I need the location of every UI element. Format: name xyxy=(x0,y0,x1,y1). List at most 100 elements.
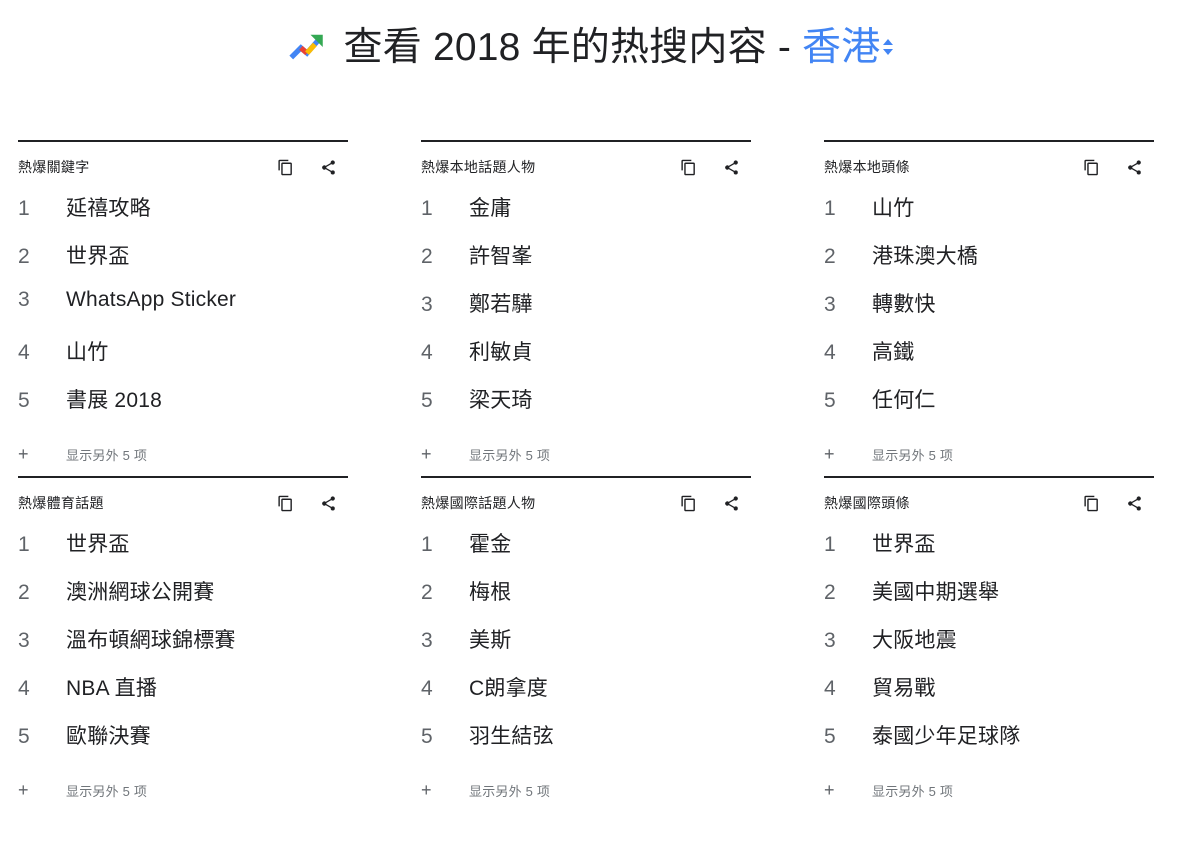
page-header: 查看 2018 年的热搜内容 - 香港 xyxy=(0,0,1179,88)
plus-icon: + xyxy=(824,780,835,800)
rank: 2 xyxy=(421,581,433,604)
trends-card-sports: 熱爆體育話題 1 世界盃 2 澳洲網球公開賽 3 溫布頓網球錦標賽 4 NBA 直播 5… xyxy=(18,476,348,812)
region-selector[interactable]: 香港 xyxy=(802,25,894,69)
card-list: 1 世界盃 2 美國中期選舉 3 大阪地震 4 貿易戰 5 泰國少年足球隊 xyxy=(824,528,1154,768)
list-item[interactable]: 1 霍金 xyxy=(421,528,751,576)
show-more-button[interactable]: + 显示另外 5 项 xyxy=(18,432,348,476)
list-item[interactable]: 3 溫布頓網球錦標賽 xyxy=(18,624,348,672)
region-label: 香港 xyxy=(802,25,881,69)
card-actions xyxy=(1081,157,1154,177)
list-item[interactable]: 4 利敏貞 xyxy=(421,336,751,384)
card-header: 熱爆體育話題 xyxy=(18,478,348,528)
list-item[interactable]: 5 羽生結弦 xyxy=(421,720,751,768)
list-item[interactable]: 3 轉數快 xyxy=(824,288,1154,336)
list-item[interactable]: 5 梁天琦 xyxy=(421,384,751,432)
trends-card-local-headlines: 熱爆本地頭條 1 山竹 2 港珠澳大橋 3 轉數快 4 高鐵 5 任何仁 + 显示另外 5… xyxy=(824,140,1154,476)
item-label: 大阪地震 xyxy=(872,629,957,652)
copy-icon[interactable] xyxy=(678,493,698,513)
show-more-button[interactable]: + 显示另外 5 项 xyxy=(421,768,751,812)
list-item[interactable]: 4 NBA 直播 xyxy=(18,672,348,720)
card-list: 1 世界盃 2 澳洲網球公開賽 3 溫布頓網球錦標賽 4 NBA 直播 5 歐聯決賽 xyxy=(18,528,348,768)
item-label: 利敏貞 xyxy=(469,341,533,364)
copy-icon[interactable] xyxy=(275,493,295,513)
list-item[interactable]: 2 許智峯 xyxy=(421,240,751,288)
card-title: 熱爆國際頭條 xyxy=(824,495,910,511)
trends-card-keywords: 熱爆關鍵字 1 延禧攻略 2 世界盃 3 WhatsApp Sticker 4 山竹 5… xyxy=(18,140,348,476)
plus-icon: + xyxy=(421,780,432,800)
list-item[interactable]: 3 鄭若驊 xyxy=(421,288,751,336)
rank: 1 xyxy=(421,533,433,556)
card-header: 熱爆本地話題人物 xyxy=(421,142,751,192)
rank: 3 xyxy=(824,293,836,316)
item-label: 梁天琦 xyxy=(469,389,533,412)
list-item[interactable]: 3 大阪地震 xyxy=(824,624,1154,672)
list-item[interactable]: 2 澳洲網球公開賽 xyxy=(18,576,348,624)
card-list: 1 霍金 2 梅根 3 美斯 4 C朗拿度 5 羽生結弦 xyxy=(421,528,751,768)
card-actions xyxy=(678,493,751,513)
item-label: 世界盃 xyxy=(66,533,130,556)
item-label: 鄭若驊 xyxy=(469,293,533,316)
share-icon[interactable] xyxy=(721,493,741,513)
plus-icon: + xyxy=(824,444,835,464)
rank: 1 xyxy=(824,533,836,556)
rank: 4 xyxy=(421,677,433,700)
share-icon[interactable] xyxy=(1124,493,1144,513)
share-icon[interactable] xyxy=(318,157,338,177)
share-icon[interactable] xyxy=(1124,157,1144,177)
list-item[interactable]: 4 C朗拿度 xyxy=(421,672,751,720)
item-label: 霍金 xyxy=(469,533,512,556)
share-icon[interactable] xyxy=(318,493,338,513)
list-item[interactable]: 4 高鐵 xyxy=(824,336,1154,384)
item-label: 歐聯決賽 xyxy=(66,725,151,748)
card-actions xyxy=(1081,493,1154,513)
item-label: 泰國少年足球隊 xyxy=(872,725,1021,748)
item-label: 溫布頓網球錦標賽 xyxy=(66,629,236,652)
card-header: 熱爆本地頭條 xyxy=(824,142,1154,192)
list-item[interactable]: 2 港珠澳大橋 xyxy=(824,240,1154,288)
show-more-label: 显示另外 5 项 xyxy=(66,783,148,799)
card-list: 1 山竹 2 港珠澳大橋 3 轉數快 4 高鐵 5 任何仁 xyxy=(824,192,1154,432)
page-title-text: 查看 2018 年的热搜内容 - xyxy=(343,25,803,69)
item-label: 山竹 xyxy=(872,197,915,220)
copy-icon[interactable] xyxy=(1081,493,1101,513)
page-title: 查看 2018 年的热搜内容 - 香港 xyxy=(344,28,894,67)
list-item[interactable]: 4 山竹 xyxy=(18,336,348,384)
rank: 5 xyxy=(824,725,836,748)
item-label: 金庸 xyxy=(469,197,512,220)
rank: 4 xyxy=(824,677,836,700)
show-more-button[interactable]: + 显示另外 5 项 xyxy=(421,432,751,476)
card-title: 熱爆本地頭條 xyxy=(824,159,910,175)
list-item[interactable]: 2 世界盃 xyxy=(18,240,348,288)
show-more-button[interactable]: + 显示另外 5 项 xyxy=(18,768,348,812)
list-item[interactable]: 1 延禧攻略 xyxy=(18,192,348,240)
item-label: 貿易戰 xyxy=(872,677,936,700)
item-label: NBA 直播 xyxy=(66,677,158,700)
list-item[interactable]: 5 泰國少年足球隊 xyxy=(824,720,1154,768)
list-item[interactable]: 2 美國中期選舉 xyxy=(824,576,1154,624)
rank: 3 xyxy=(18,288,30,311)
list-item[interactable]: 5 歐聯決賽 xyxy=(18,720,348,768)
item-label: 延禧攻略 xyxy=(66,197,151,220)
trends-card-local-people: 熱爆本地話題人物 1 金庸 2 許智峯 3 鄭若驊 4 利敏貞 5 梁天琦 + 显示另外 … xyxy=(421,140,751,476)
list-item[interactable]: 3 美斯 xyxy=(421,624,751,672)
show-more-button[interactable]: + 显示另外 5 项 xyxy=(824,768,1154,812)
copy-icon[interactable] xyxy=(275,157,295,177)
list-item[interactable]: 1 世界盃 xyxy=(824,528,1154,576)
list-item[interactable]: 3 WhatsApp Sticker xyxy=(18,288,348,336)
list-item[interactable]: 5 書展 2018 xyxy=(18,384,348,432)
share-icon[interactable] xyxy=(721,157,741,177)
list-item[interactable]: 1 金庸 xyxy=(421,192,751,240)
show-more-button[interactable]: + 显示另外 5 项 xyxy=(824,432,1154,476)
rank: 4 xyxy=(18,677,30,700)
list-item[interactable]: 1 世界盃 xyxy=(18,528,348,576)
list-item[interactable]: 2 梅根 xyxy=(421,576,751,624)
trending-up-icon xyxy=(288,34,323,60)
card-title: 熱爆本地話題人物 xyxy=(421,159,536,175)
copy-icon[interactable] xyxy=(1081,157,1101,177)
copy-icon[interactable] xyxy=(678,157,698,177)
list-item[interactable]: 1 山竹 xyxy=(824,192,1154,240)
list-item[interactable]: 5 任何仁 xyxy=(824,384,1154,432)
card-list: 1 延禧攻略 2 世界盃 3 WhatsApp Sticker 4 山竹 5 書展 201… xyxy=(18,192,348,432)
list-item[interactable]: 4 貿易戰 xyxy=(824,672,1154,720)
item-label: 港珠澳大橋 xyxy=(872,245,978,268)
